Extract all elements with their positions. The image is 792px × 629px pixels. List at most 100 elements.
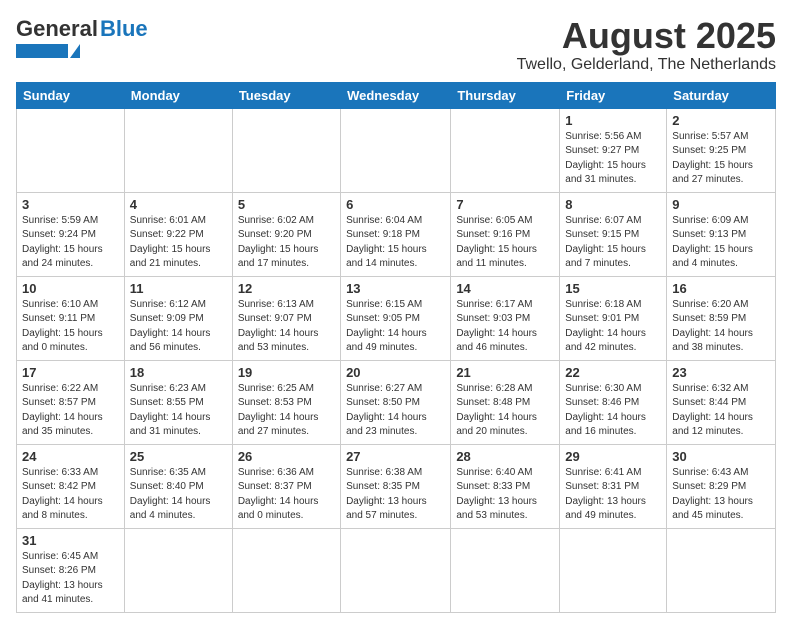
day-info: Sunrise: 6:18 AM Sunset: 9:01 PM Dayligh… [565,298,661,356]
calendar-cell: 21 Sunrise: 6:28 AM Sunset: 8:48 PM Dayli… [451,360,560,444]
calendar-cell [232,108,340,192]
day-info: Sunrise: 6:04 AM Sunset: 9:18 PM Dayligh… [346,214,445,272]
day-info: Sunrise: 6:41 AM Sunset: 8:31 PM Dayligh… [565,466,661,524]
calendar-header-row: SundayMondayTuesdayWednesdayThursdayFrid… [17,82,776,108]
day-number: 10 [22,281,119,296]
day-number: 6 [346,197,445,212]
title-area: August 2025 Twello, Gelderland, The Neth… [517,16,776,74]
calendar-cell: 17Sunrise: 6:22 AM Sunset: 8:57 PM Dayli… [17,360,125,444]
calendar-cell: 29 Sunrise: 6:41 AM Sunset: 8:31 PM Dayli… [560,444,667,528]
calendar-cell: 23 Sunrise: 6:32 AM Sunset: 8:44 PM Dayli… [667,360,776,444]
calendar-cell [17,108,125,192]
day-number: 20 [346,365,445,380]
calendar-cell: 8 Sunrise: 6:07 AM Sunset: 9:15 PM Daylig… [560,192,667,276]
calendar-cell: 25Sunrise: 6:35 AM Sunset: 8:40 PM Dayli… [124,444,232,528]
day-info: Sunrise: 6:38 AM Sunset: 8:35 PM Dayligh… [346,466,445,524]
day-info: Sunrise: 6:01 AM Sunset: 9:22 PM Dayligh… [130,214,227,272]
calendar-week-4: 17Sunrise: 6:22 AM Sunset: 8:57 PM Dayli… [17,360,776,444]
col-header-wednesday: Wednesday [341,82,451,108]
day-number: 19 [238,365,335,380]
calendar-cell: 28Sunrise: 6:40 AM Sunset: 8:33 PM Dayli… [451,444,560,528]
day-number: 8 [565,197,661,212]
calendar-week-3: 10 Sunrise: 6:10 AM Sunset: 9:11 PM Dayli… [17,276,776,360]
day-number: 16 [672,281,770,296]
day-number: 13 [346,281,445,296]
day-number: 18 [130,365,227,380]
calendar-cell: 14Sunrise: 6:17 AM Sunset: 9:03 PM Dayli… [451,276,560,360]
calendar-cell: 2 Sunrise: 5:57 AM Sunset: 9:25 PM Daylig… [667,108,776,192]
day-info: Sunrise: 6:22 AM Sunset: 8:57 PM Dayligh… [22,382,119,440]
day-info: Sunrise: 6:05 AM Sunset: 9:16 PM Dayligh… [456,214,554,272]
calendar-cell: 16 Sunrise: 6:20 AM Sunset: 8:59 PM Dayli… [667,276,776,360]
calendar-cell: 13 Sunrise: 6:15 AM Sunset: 9:05 PM Dayli… [341,276,451,360]
calendar-cell [124,108,232,192]
page-header: General Blue August 2025 Twello, Gelderl… [16,16,776,74]
day-info: Sunrise: 6:32 AM Sunset: 8:44 PM Dayligh… [672,382,770,440]
day-info: Sunrise: 6:35 AM Sunset: 8:40 PM Dayligh… [130,466,227,524]
col-header-saturday: Saturday [667,82,776,108]
col-header-friday: Friday [560,82,667,108]
calendar-week-2: 3Sunrise: 5:59 AM Sunset: 9:24 PM Daylig… [17,192,776,276]
calendar-cell: 30 Sunrise: 6:43 AM Sunset: 8:29 PM Dayli… [667,444,776,528]
calendar-cell [341,108,451,192]
day-number: 1 [565,113,661,128]
day-info: Sunrise: 6:43 AM Sunset: 8:29 PM Dayligh… [672,466,770,524]
col-header-thursday: Thursday [451,82,560,108]
day-info: Sunrise: 6:02 AM Sunset: 9:20 PM Dayligh… [238,214,335,272]
day-number: 5 [238,197,335,212]
logo-triangle [70,44,80,58]
day-info: Sunrise: 6:07 AM Sunset: 9:15 PM Dayligh… [565,214,661,272]
calendar-cell: 22Sunrise: 6:30 AM Sunset: 8:46 PM Dayli… [560,360,667,444]
calendar-cell: 7 Sunrise: 6:05 AM Sunset: 9:16 PM Daylig… [451,192,560,276]
logo-general-text: General [16,16,98,42]
day-number: 31 [22,533,119,548]
day-number: 29 [565,449,661,464]
day-info: Sunrise: 6:13 AM Sunset: 9:07 PM Dayligh… [238,298,335,356]
day-number: 22 [565,365,661,380]
day-number: 28 [456,449,554,464]
day-info: Sunrise: 6:36 AM Sunset: 8:37 PM Dayligh… [238,466,335,524]
calendar-week-1: 1 Sunrise: 5:56 AM Sunset: 9:27 PM Daylig… [17,108,776,192]
day-number: 21 [456,365,554,380]
day-info: Sunrise: 6:09 AM Sunset: 9:13 PM Dayligh… [672,214,770,272]
day-number: 24 [22,449,119,464]
calendar-week-6: 31Sunrise: 6:45 AM Sunset: 8:26 PM Dayli… [17,528,776,612]
day-number: 2 [672,113,770,128]
day-number: 26 [238,449,335,464]
day-number: 9 [672,197,770,212]
day-info: Sunrise: 6:15 AM Sunset: 9:05 PM Dayligh… [346,298,445,356]
day-info: Sunrise: 5:57 AM Sunset: 9:25 PM Dayligh… [672,130,770,188]
calendar-cell: 19 Sunrise: 6:25 AM Sunset: 8:53 PM Dayli… [232,360,340,444]
day-info: Sunrise: 6:25 AM Sunset: 8:53 PM Dayligh… [238,382,335,440]
day-info: Sunrise: 5:56 AM Sunset: 9:27 PM Dayligh… [565,130,661,188]
day-number: 14 [456,281,554,296]
calendar-table: SundayMondayTuesdayWednesdayThursdayFrid… [16,82,776,613]
day-info: Sunrise: 6:23 AM Sunset: 8:55 PM Dayligh… [130,382,227,440]
calendar-cell: 20 Sunrise: 6:27 AM Sunset: 8:50 PM Dayli… [341,360,451,444]
calendar-cell: 12Sunrise: 6:13 AM Sunset: 9:07 PM Dayli… [232,276,340,360]
day-number: 4 [130,197,227,212]
day-info: Sunrise: 6:10 AM Sunset: 9:11 PM Dayligh… [22,298,119,356]
calendar-cell: 18 Sunrise: 6:23 AM Sunset: 8:55 PM Dayli… [124,360,232,444]
day-number: 11 [130,281,227,296]
calendar-cell: 27Sunrise: 6:38 AM Sunset: 8:35 PM Dayli… [341,444,451,528]
calendar-cell: 3Sunrise: 5:59 AM Sunset: 9:24 PM Daylig… [17,192,125,276]
day-number: 23 [672,365,770,380]
day-info: Sunrise: 6:28 AM Sunset: 8:48 PM Dayligh… [456,382,554,440]
calendar-cell: 1 Sunrise: 5:56 AM Sunset: 9:27 PM Daylig… [560,108,667,192]
day-number: 30 [672,449,770,464]
col-header-tuesday: Tuesday [232,82,340,108]
day-info: Sunrise: 6:20 AM Sunset: 8:59 PM Dayligh… [672,298,770,356]
calendar-cell: 26 Sunrise: 6:36 AM Sunset: 8:37 PM Dayli… [232,444,340,528]
day-info: Sunrise: 6:27 AM Sunset: 8:50 PM Dayligh… [346,382,445,440]
day-info: Sunrise: 6:33 AM Sunset: 8:42 PM Dayligh… [22,466,119,524]
logo-blue-text: Blue [100,16,148,42]
calendar-cell [451,108,560,192]
calendar-cell: 4 Sunrise: 6:01 AM Sunset: 9:22 PM Daylig… [124,192,232,276]
calendar-cell: 10 Sunrise: 6:10 AM Sunset: 9:11 PM Dayli… [17,276,125,360]
logo: General Blue [16,16,148,58]
day-number: 7 [456,197,554,212]
calendar-cell: 31Sunrise: 6:45 AM Sunset: 8:26 PM Dayli… [17,528,125,612]
day-number: 3 [22,197,119,212]
calendar-cell [341,528,451,612]
